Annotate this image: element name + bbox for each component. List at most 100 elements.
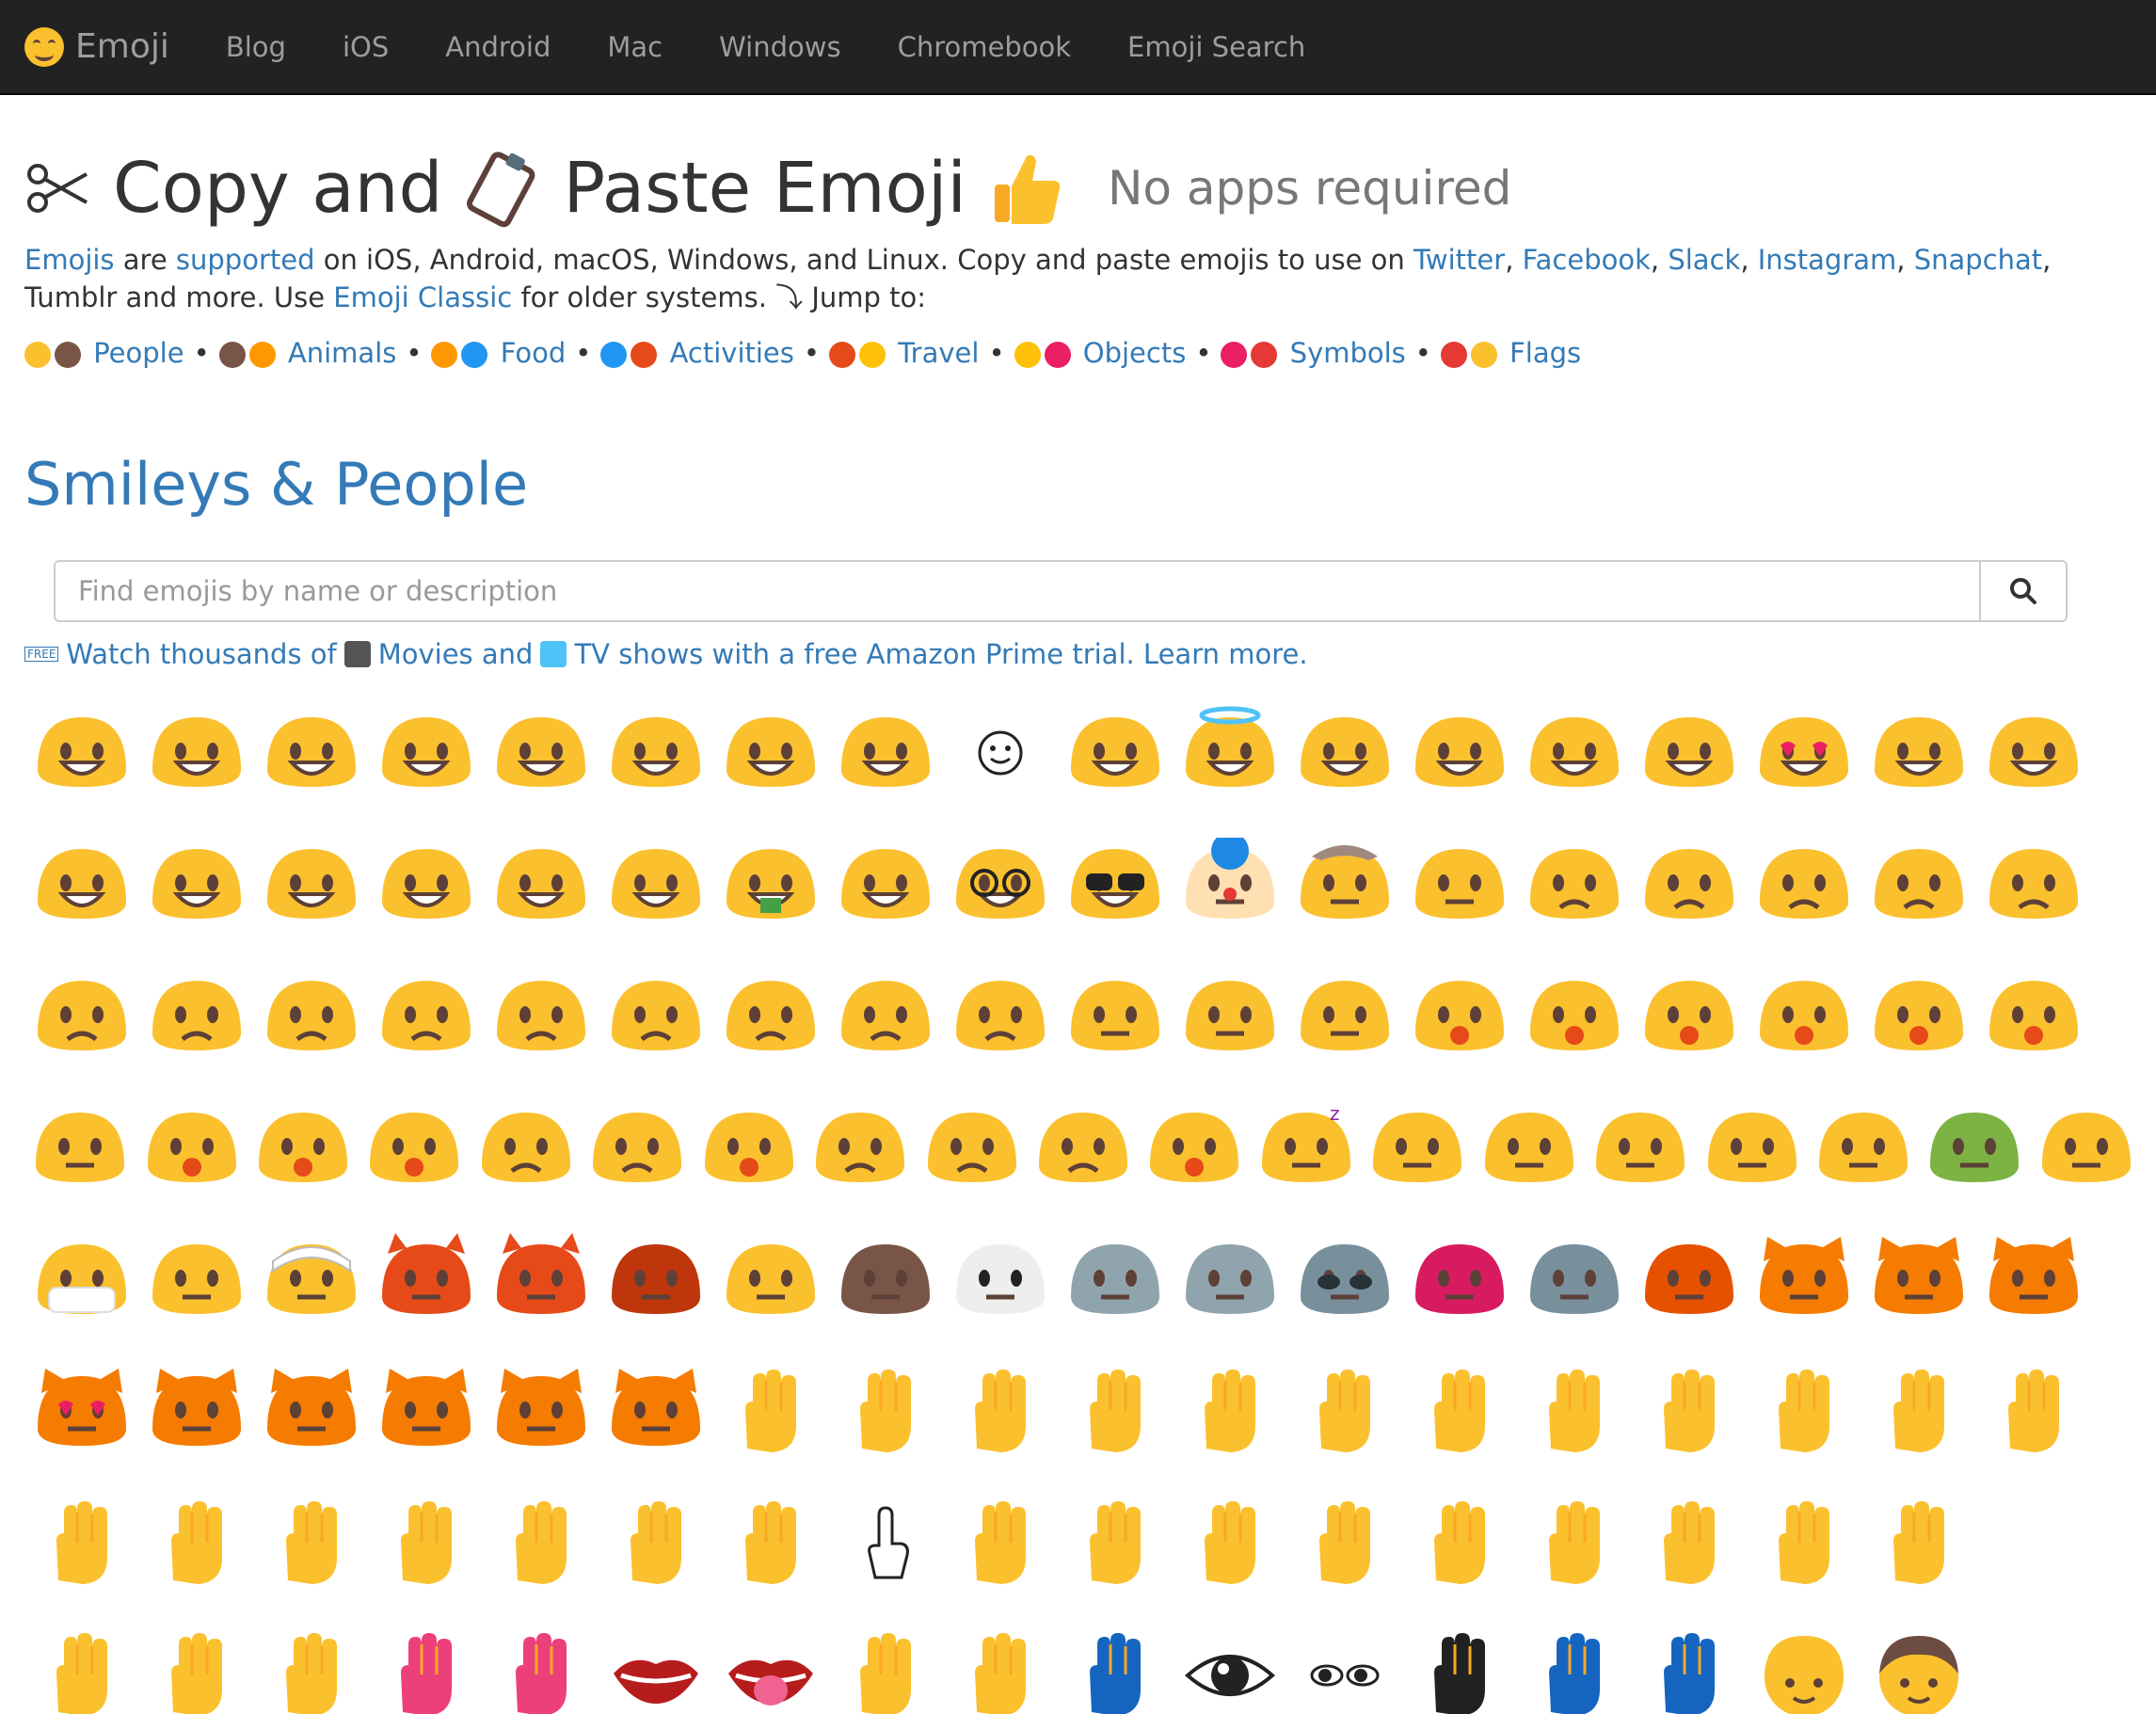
sneezing-emoji-icon[interactable] <box>2031 1082 2142 1214</box>
cat-cry-emoji-icon[interactable] <box>484 1346 599 1478</box>
nauseated-emoji-icon[interactable] <box>1919 1082 2030 1214</box>
jump-link-activities[interactable]: Activities <box>600 334 794 372</box>
big-grin-emoji-icon[interactable] <box>369 687 484 819</box>
joy-emoji-icon[interactable] <box>713 687 828 819</box>
cat-grin-emoji-icon[interactable] <box>1861 1214 1976 1346</box>
splayed-hand-emoji-icon[interactable] <box>1173 1478 1287 1610</box>
dizzy-emoji-icon[interactable] <box>1976 951 2091 1082</box>
nav-emoji-search[interactable]: Emoji Search <box>1127 31 1305 63</box>
thinking-emoji-icon[interactable] <box>1473 1082 1584 1214</box>
amazon-promo[interactable]: FREE Watch thousands of Movies and TV sh… <box>24 638 1308 670</box>
kiss-mark-emoji-icon[interactable] <box>484 1610 599 1714</box>
sunglasses-emoji-icon[interactable] <box>1058 819 1173 951</box>
brand-link[interactable]: Emoji <box>24 26 169 67</box>
lying-emoji-icon[interactable] <box>1585 1082 1696 1214</box>
jump-link-travel[interactable]: Travel <box>829 334 979 372</box>
slight-smile-emoji-icon[interactable] <box>1287 687 1402 819</box>
nose-emoji-icon[interactable] <box>943 1610 1058 1714</box>
right-fist-emoji-icon[interactable] <box>1861 1346 1976 1478</box>
pumpkin-emoji-icon[interactable] <box>1632 1214 1747 1346</box>
monster-emoji-icon[interactable] <box>1402 1214 1517 1346</box>
skull-emoji-icon[interactable] <box>1058 1214 1173 1346</box>
folded-hands-emoji-icon[interactable] <box>1058 1346 1173 1478</box>
waving-emoji-icon[interactable] <box>1402 1478 1517 1610</box>
jump-link-flags[interactable]: Flags <box>1440 334 1581 372</box>
link-twitter[interactable]: Twitter <box>1413 244 1505 276</box>
drooling-emoji-icon[interactable] <box>694 1082 805 1214</box>
cat-joy-emoji-icon[interactable] <box>1976 1214 2091 1346</box>
smile-emoji-icon[interactable] <box>254 687 369 819</box>
back-hand-emoji-icon[interactable] <box>1058 1478 1173 1610</box>
tongue-squint-emoji-icon[interactable] <box>484 819 599 951</box>
point-left-emoji-icon[interactable] <box>369 1478 484 1610</box>
link-slack[interactable]: Slack <box>1668 244 1740 276</box>
baby-emoji-icon[interactable] <box>1747 1610 1861 1714</box>
link-emoji-classic[interactable]: Emoji Classic <box>333 281 512 313</box>
cat-pout-emoji-icon[interactable] <box>599 1346 713 1478</box>
pensive-emoji-icon[interactable] <box>1747 819 1861 951</box>
sleepy-emoji-icon[interactable] <box>1028 1082 1139 1214</box>
heart-eyes-emoji-icon[interactable] <box>1747 687 1861 819</box>
middle-finger-emoji-icon[interactable] <box>1747 1478 1861 1610</box>
handshake-emoji-icon[interactable] <box>1173 1346 1287 1478</box>
yum-emoji-icon[interactable] <box>254 819 369 951</box>
worried-emoji-icon[interactable] <box>1861 819 1976 951</box>
writing-hand-emoji-icon[interactable] <box>1861 1478 1976 1610</box>
left-fist-emoji-icon[interactable] <box>1747 1346 1861 1478</box>
nav-blog[interactable]: Blog <box>226 31 286 63</box>
flushed-emoji-icon[interactable] <box>24 1082 136 1214</box>
lips-emoji-icon[interactable] <box>599 1610 713 1714</box>
flexed-emoji-icon[interactable] <box>1632 1478 1747 1610</box>
cat-scream-emoji-icon[interactable] <box>369 1346 484 1478</box>
point-up-outline-emoji-icon[interactable] <box>828 1478 943 1610</box>
poop-emoji-icon[interactable] <box>828 1214 943 1346</box>
ok-hand-emoji-icon[interactable] <box>254 1478 369 1610</box>
eye-emoji-icon[interactable] <box>1173 1610 1287 1714</box>
nail-polish-emoji-icon[interactable] <box>139 1610 254 1714</box>
tongue-wink-emoji-icon[interactable] <box>369 819 484 951</box>
smiling-devil-emoji-icon[interactable] <box>369 1214 484 1346</box>
crying-emoji-icon[interactable] <box>471 1082 582 1214</box>
lipstick-emoji-icon[interactable] <box>369 1610 484 1714</box>
persevering-emoji-icon[interactable] <box>254 951 369 1082</box>
hugging-emoji-icon[interactable] <box>828 819 943 951</box>
raised-hands-emoji-icon[interactable] <box>828 1346 943 1478</box>
bandage-emoji-icon[interactable] <box>254 1214 369 1346</box>
relieved-emoji-icon[interactable] <box>1632 687 1747 819</box>
cat-smile-emoji-icon[interactable] <box>1747 1214 1861 1346</box>
cowboy-emoji-icon[interactable] <box>1287 819 1402 951</box>
slight-frown-emoji-icon[interactable] <box>24 951 139 1082</box>
point-down-emoji-icon[interactable] <box>713 1478 828 1610</box>
alien-emoji-icon[interactable] <box>1287 1214 1402 1346</box>
eye-roll-emoji-icon[interactable] <box>1362 1082 1473 1214</box>
nav-chromebook[interactable]: Chromebook <box>898 31 1071 63</box>
wink-emoji-icon[interactable] <box>1517 687 1632 819</box>
jump-link-objects[interactable]: Objects <box>1014 334 1186 372</box>
open-mouth-emoji-icon[interactable] <box>1747 951 1861 1082</box>
beaming-emoji-icon[interactable] <box>139 687 254 819</box>
thumbs-up-emoji-icon[interactable] <box>1287 1346 1402 1478</box>
unamused-emoji-icon[interactable] <box>1517 819 1632 951</box>
jump-link-food[interactable]: Food <box>431 334 566 372</box>
astonished-emoji-icon[interactable] <box>1861 951 1976 1082</box>
ghost-emoji-icon[interactable] <box>943 1214 1058 1346</box>
link-facebook[interactable]: Facebook <box>1523 244 1651 276</box>
outline-smile-emoji-icon[interactable] <box>943 687 1058 819</box>
money-mouth-emoji-icon[interactable] <box>713 819 828 951</box>
clown-emoji-icon[interactable] <box>1173 819 1287 951</box>
cat-smirk-emoji-icon[interactable] <box>139 1346 254 1478</box>
upside-down-emoji-icon[interactable] <box>1402 687 1517 819</box>
footprints-emoji-icon[interactable] <box>1058 1610 1173 1714</box>
cat-heart-emoji-icon[interactable] <box>24 1346 139 1478</box>
cold-sweat-emoji-icon[interactable] <box>359 1082 470 1214</box>
hushed-emoji-icon[interactable] <box>1402 951 1517 1082</box>
sweat-emoji-icon[interactable] <box>916 1082 1027 1214</box>
busts-emoji-icon[interactable] <box>1632 1610 1747 1714</box>
selfie-emoji-icon[interactable] <box>24 1610 139 1714</box>
thumbs-down-emoji-icon[interactable] <box>1402 1346 1517 1478</box>
weary-emoji-icon[interactable] <box>599 951 713 1082</box>
pouting-emoji-icon[interactable] <box>943 951 1058 1082</box>
tired-emoji-icon[interactable] <box>484 951 599 1082</box>
triumph-emoji-icon[interactable] <box>713 951 828 1082</box>
ear-emoji-icon[interactable] <box>828 1610 943 1714</box>
